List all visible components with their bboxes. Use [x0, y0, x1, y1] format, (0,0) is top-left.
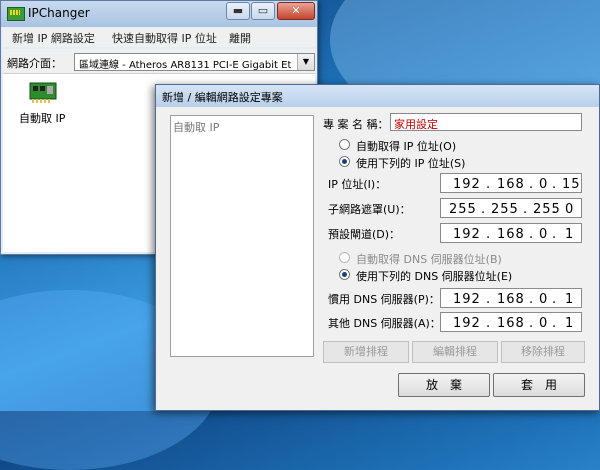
- apply-button[interactable]: 套 用: [493, 373, 585, 397]
- subnet-mask-field[interactable]: 255. 255. 255. 0: [440, 198, 582, 218]
- gateway-octet: 192: [453, 227, 481, 242]
- ip-auto-radio[interactable]: [339, 139, 350, 150]
- menu-item-exit[interactable]: 離開: [229, 30, 251, 46]
- dialog-body: 自動取 IP 專 案 名 稱： 家用設定 自動取得 IP 位址(O) 使用下列的…: [160, 107, 595, 405]
- profile-name-label: 專 案 名 稱：: [323, 118, 389, 131]
- preferred-dns-field[interactable]: 192. 168. 0. 1: [440, 288, 582, 308]
- dns-octet: 0: [539, 292, 549, 307]
- nic-label: 網路介面：: [7, 57, 62, 70]
- dns-octet: 192: [453, 316, 481, 331]
- profile-item-label[interactable]: 自動取 IP: [19, 110, 65, 126]
- network-card-icon[interactable]: [29, 82, 57, 104]
- alternate-dns-field[interactable]: 192. 168. 0. 1: [440, 312, 582, 332]
- edit-schedule-button[interactable]: 編輯排程: [412, 341, 498, 363]
- menu-item-add-profile[interactable]: 新增 IP 網路設定: [12, 30, 95, 46]
- app-icon: [7, 7, 25, 21]
- subnet-mask-label: 子網路遮罩(U)：: [328, 203, 411, 216]
- nic-selected-value: 區域連線 - Atheros AR8131 PCI-E Gigabit Ethe: [79, 60, 291, 71]
- dns-octet: 1: [565, 316, 575, 331]
- profile-list-box[interactable]: 自動取 IP: [170, 115, 314, 357]
- ip-manual-label: 使用下列的 IP 位址(S): [356, 157, 466, 170]
- alternate-dns-label: 其他 DNS 伺服器(A)：: [328, 317, 441, 330]
- dns-octet: 168: [497, 292, 525, 307]
- window-title: IPChanger: [28, 6, 90, 20]
- menu-bar: 新增 IP 網路設定 快速自動取得 IP 位址 離開: [3, 28, 315, 47]
- maximize-button[interactable]: ▭: [251, 2, 275, 20]
- gateway-field[interactable]: 192. 168. 0. 1: [440, 223, 582, 243]
- ip-octet: 15: [562, 177, 581, 192]
- mask-octet: 255: [449, 202, 477, 217]
- profile-dialog: 新增 / 編輯網路設定專案 自動取 IP 專 案 名 稱： 家用設定 自動取得 …: [155, 84, 600, 411]
- dns-manual-label: 使用下列的 DNS 伺服器位址(E): [356, 270, 513, 283]
- nic-select[interactable]: 區域連線 - Atheros AR8131 PCI-E Gigabit Ethe…: [74, 53, 315, 71]
- dialog-title-bar[interactable]: 新增 / 編輯網路設定專案: [156, 85, 599, 107]
- dns-auto-radio[interactable]: [339, 252, 350, 263]
- ip-octet: 0: [539, 177, 549, 192]
- dns-octet: 1: [565, 292, 575, 307]
- gateway-octet: 168: [497, 227, 525, 242]
- gateway-octet: 1: [565, 227, 575, 242]
- dialog-title: 新增 / 編輯網路設定專案: [162, 91, 283, 104]
- dns-auto-label: 自動取得 DNS 伺服器位址(B): [356, 253, 502, 266]
- ip-address-label: IP 位址(I)：: [328, 178, 387, 191]
- list-item[interactable]: 自動取 IP: [173, 119, 219, 135]
- menu-item-quick-dhcp[interactable]: 快速自動取得 IP 位址: [112, 30, 217, 46]
- remove-schedule-button[interactable]: 移除排程: [501, 341, 585, 363]
- minimize-button[interactable]: ▬: [226, 2, 250, 20]
- preferred-dns-label: 慣用 DNS 伺服器(P)：: [328, 293, 440, 306]
- dns-manual-radio[interactable]: [339, 269, 350, 280]
- mask-octet: 0: [565, 202, 575, 217]
- dns-octet: 192: [453, 292, 481, 307]
- profile-name-field[interactable]: 家用設定: [390, 113, 582, 131]
- dns-octet: 0: [539, 316, 549, 331]
- dns-octet: 168: [497, 316, 525, 331]
- ip-address-field[interactable]: 192. 168. 0. 15: [440, 173, 582, 193]
- gateway-octet: 0: [539, 227, 549, 242]
- ip-auto-label: 自動取得 IP 位址(O): [356, 140, 457, 153]
- ip-manual-radio[interactable]: [339, 156, 350, 167]
- cancel-button[interactable]: 放 棄: [398, 373, 490, 397]
- add-schedule-button[interactable]: 新增排程: [323, 341, 409, 363]
- gateway-label: 預設閘道(D)：: [328, 228, 401, 241]
- nic-bar: 網路介面： 區域連線 - Atheros AR8131 PCI-E Gigabi…: [3, 49, 315, 74]
- chevron-down-icon[interactable]: ▼: [297, 54, 314, 70]
- close-button[interactable]: ✕: [277, 2, 315, 20]
- ip-octet: 168: [497, 177, 525, 192]
- main-title-bar[interactable]: IPChanger ▬ ▭ ✕: [1, 1, 317, 27]
- mask-octet: 255: [491, 202, 519, 217]
- ip-octet: 192: [453, 177, 481, 192]
